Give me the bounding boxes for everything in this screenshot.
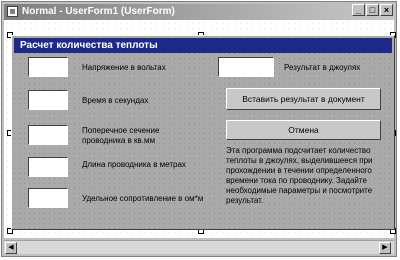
horizontal-scrollbar[interactable]: ◀ ▶: [4, 240, 394, 254]
resistivity-label: Удельное сопротивление в ом*м: [82, 194, 204, 203]
time-label: Время в секундах: [82, 96, 149, 105]
cross-section-input[interactable]: [28, 125, 68, 145]
window-title: Normal - UserForm1 (UserForm): [22, 6, 175, 17]
description-text: Эта программа подсчитает количество тепл…: [226, 146, 373, 205]
minimize-button[interactable]: _: [352, 4, 365, 16]
close-button[interactable]: ×: [380, 4, 393, 16]
scroll-left-icon[interactable]: ◀: [5, 242, 17, 254]
cancel-button[interactable]: Отмена: [226, 120, 381, 140]
insert-result-button[interactable]: Вставить результат в документ: [226, 88, 381, 110]
result-output[interactable]: [218, 57, 274, 77]
editor-window: Normal - UserForm1 (UserForm) _ □ × Расч…: [1, 1, 397, 257]
maximize-button[interactable]: □: [366, 4, 379, 16]
scroll-right-icon[interactable]: ▶: [379, 242, 391, 254]
time-input[interactable]: [28, 90, 68, 110]
window-titlebar[interactable]: Normal - UserForm1 (UserForm): [4, 4, 394, 20]
result-label: Результат в джоулях: [284, 63, 361, 72]
form-title: Расчет количества теплоты: [14, 38, 392, 53]
app-icon: [7, 6, 18, 17]
voltage-label: Напряжение в вольтах: [82, 63, 166, 72]
voltage-input[interactable]: [28, 57, 68, 77]
length-input[interactable]: [28, 157, 68, 177]
cross-section-label: Поперечное сечение проводника в кв.мм: [82, 126, 160, 145]
length-label: Длина проводника в метрах: [82, 160, 186, 169]
userform: Расчет количества теплоты Напряжение в в…: [11, 35, 395, 230]
resistivity-input[interactable]: [28, 188, 68, 208]
